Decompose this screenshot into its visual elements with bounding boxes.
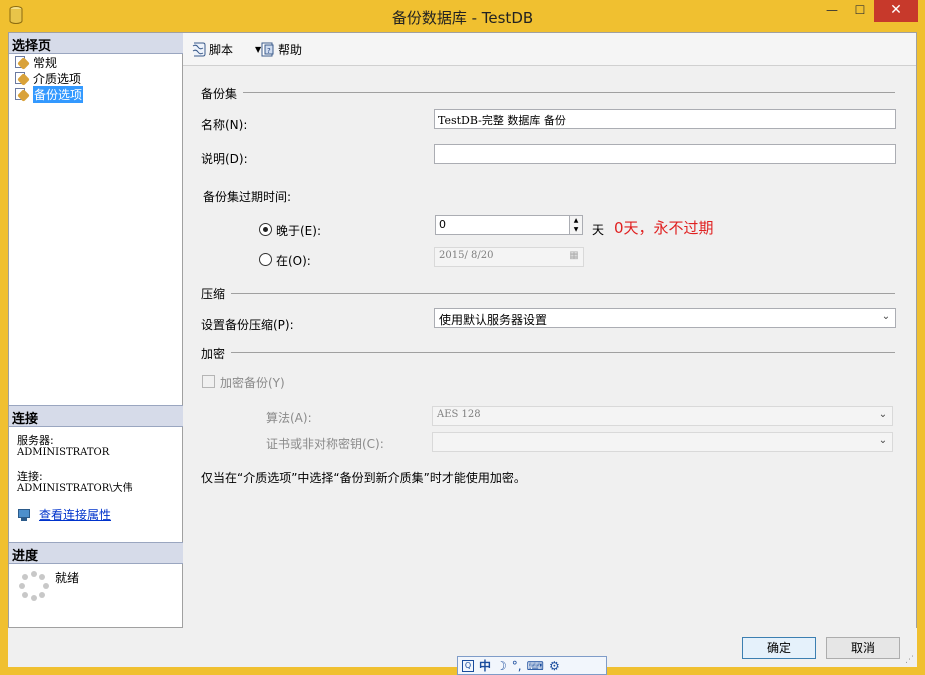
page-item-label: 常规 [33,55,58,70]
server-label: 服务器: [17,434,54,447]
expire-after-radio[interactable] [259,223,272,236]
toolbar: 脚本 ▼ ? 帮助 [183,33,916,66]
compression-select[interactable]: 使用默认服务器设置 ⌄ [434,308,896,328]
resize-grip-icon[interactable]: ⋰ [905,655,915,665]
calendar-icon[interactable]: ▦ [567,250,581,264]
algorithm-select[interactable]: AES 128 ⌄ [432,406,893,426]
connection-label: 连接: [17,470,43,483]
page-item-media-options[interactable]: 介质选项 [13,70,81,86]
cancel-button[interactable]: 取消 [826,637,900,659]
divider [9,563,183,564]
connection-value: ADMINISTRATOR\大伟 [17,483,133,494]
window-title: 备份数据库 - TestDB [391,9,534,27]
ime-logo-icon[interactable]: Q [462,659,474,672]
view-connection-properties-link[interactable]: 查看连接属性 [17,506,111,523]
ime-settings-icon[interactable]: ⚙ [549,659,560,673]
page-item-general[interactable]: 常规 [13,54,57,70]
maximize-button[interactable]: ☐ [846,0,874,22]
expire-label: 备份集过期时间: [203,190,292,204]
expire-on-label: 在(O): [276,254,311,268]
stepper-up-icon[interactable]: ▲ [569,216,582,225]
compression-label: 设置备份压缩(P): [201,318,294,332]
encryption-group-title: 加密 [201,347,226,361]
expire-date-picker[interactable]: 2015/ 8/20 ▦ [434,247,584,267]
expire-date-value: 2015/ 8/20 [439,250,494,261]
compression-value: 使用默认服务器设置 [439,313,548,327]
page-item-label: 介质选项 [33,71,82,86]
ime-keyboard-icon[interactable]: ⌨ [527,659,544,673]
expire-on-radio[interactable] [259,253,272,266]
server-value: ADMINISTRATOR [17,447,110,458]
divider [9,426,183,427]
help-button[interactable]: ? 帮助 [260,41,302,58]
algorithm-value: AES 128 [437,409,481,420]
compression-group-title: 压缩 [201,287,226,301]
progress-spinner-icon [19,571,49,601]
name-label: 名称(N): [201,118,248,132]
ok-button[interactable]: 确定 [742,637,816,659]
expire-note: 0天，永不过期 [614,219,714,237]
chevron-down-icon: ⌄ [878,409,888,420]
algorithm-label: 算法(A): [266,411,312,425]
connection-properties-icon [17,508,33,522]
script-label: 脚本 [209,43,234,57]
encrypt-backup-checkbox[interactable] [202,375,215,388]
description-input[interactable] [434,144,896,164]
script-button[interactable]: 脚本 [191,41,233,58]
link-label: 查看连接属性 [39,508,112,522]
help-icon: ? [260,42,276,57]
close-button[interactable]: ✕ [874,0,918,22]
cert-select[interactable]: ⌄ [432,432,893,452]
divider [243,92,895,93]
encryption-info-text: 仅当在“介质选项”中选择“备份到新介质集”时才能使用加密。 [201,471,526,485]
ime-mode[interactable]: 中 [479,657,491,674]
ime-halfwidth-icon[interactable]: ☽ [496,659,507,673]
days-unit: 天 [592,223,605,237]
page-wrench-icon [13,55,30,70]
encrypt-backup-label: 加密备份(Y) [220,376,285,390]
expire-days-value: 0 [439,218,446,231]
connection-header: 连接 [9,406,183,427]
chevron-down-icon: ⌄ [878,435,888,446]
backup-set-group-title: 备份集 [201,87,238,101]
right-pane: 脚本 ▼ ? 帮助 备份集 名称(N): TestDB-完整 数据库 备份 说明… [183,32,917,628]
name-input[interactable]: TestDB-完整 数据库 备份 [434,109,896,129]
expire-days-stepper[interactable]: 0 ▲ ▼ [435,215,583,235]
page-wrench-icon [13,87,30,102]
progress-header: 进度 [9,543,183,564]
expire-after-label: 晚于(E): [276,224,321,238]
cert-label: 证书或非对称密钥(C): [266,437,384,451]
minimize-button[interactable]: — [818,0,846,22]
script-icon [191,42,207,57]
dialog-client-area: 选择页 常规 介质选项 备份选项 连接 服务器: ADMINISTRATOR 连… [8,32,917,667]
ime-toolbar: Q 中 ☽ °, ⌨ ⚙ [457,656,607,675]
page-wrench-icon [13,71,30,86]
page-item-label: 备份选项 [33,85,84,103]
description-label: 说明(D): [201,152,248,166]
page-item-backup-options[interactable]: 备份选项 [13,85,84,103]
svg-text:?: ? [267,47,271,55]
stepper-down-icon[interactable]: ▼ [569,225,582,234]
title-bar: 备份数据库 - TestDB — ☐ ✕ [0,0,925,32]
left-pane: 选择页 常规 介质选项 备份选项 连接 服务器: ADMINISTRATOR 连… [8,32,183,628]
ime-punctuation-icon[interactable]: °, [512,659,522,673]
help-label: 帮助 [278,43,303,57]
chevron-down-icon: ⌄ [881,311,891,322]
progress-status: 就绪 [55,571,80,585]
divider [231,293,895,294]
divider [231,352,895,353]
select-page-header: 选择页 [9,33,183,54]
